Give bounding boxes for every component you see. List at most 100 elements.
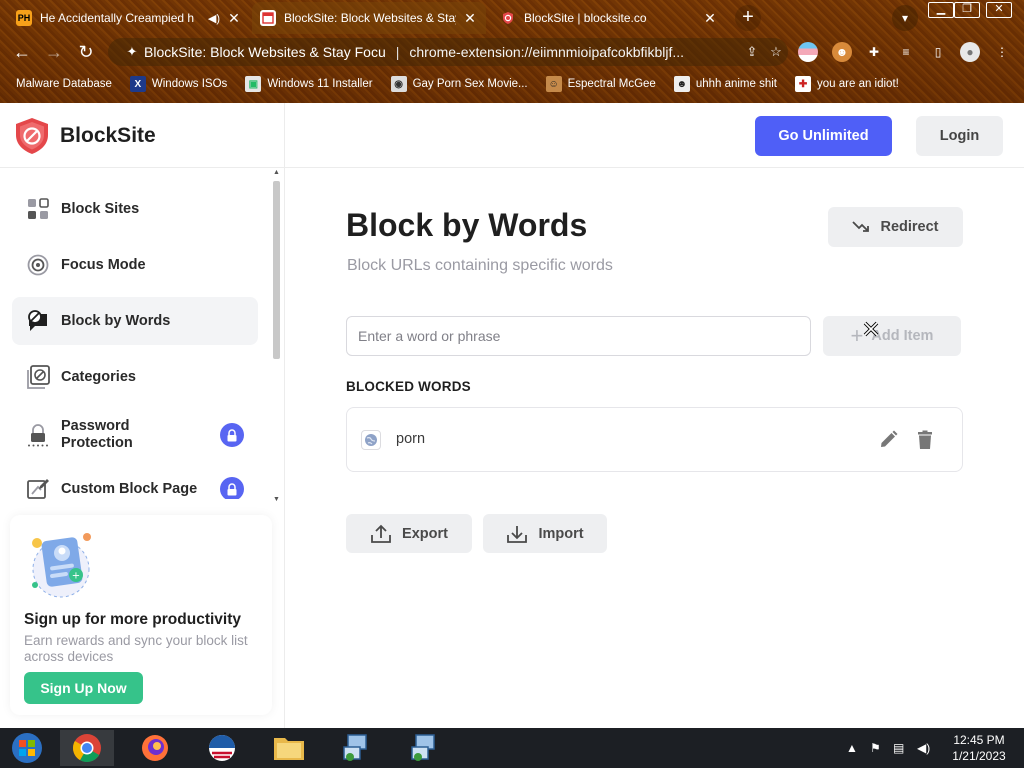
- export-label: Export: [402, 525, 448, 542]
- svg-text:+: +: [72, 571, 80, 582]
- import-button[interactable]: Import: [483, 514, 607, 553]
- x-logo-icon: X: [129, 76, 146, 92]
- sidebar-item-password-protection[interactable]: Password Protection: [12, 409, 258, 461]
- bookmark-item[interactable]: ◉ Gay Porn Sex Movie...: [390, 76, 528, 92]
- system-clock[interactable]: 12:45 PM 1/21/2023: [944, 732, 1014, 764]
- profile-card-illustration-icon: +: [32, 533, 91, 598]
- tab-title: BlockSite: Block Websites & Stay: [284, 11, 456, 25]
- start-button[interactable]: [0, 730, 54, 766]
- sidebar-item-label: Block Sites: [61, 200, 140, 217]
- scroll-up-arrow-icon[interactable]: ▲: [272, 169, 281, 176]
- bookmark-item[interactable]: ☺ Espectral McGee: [545, 76, 656, 92]
- signup-promo-card: + Sign up for more productivity Earn rew…: [10, 515, 272, 715]
- close-icon[interactable]: ✕: [702, 10, 718, 27]
- taskbar-network-app-2[interactable]: [396, 730, 450, 766]
- action-center-flag-icon[interactable]: ⚑: [870, 728, 881, 768]
- taskbar-explorer[interactable]: [262, 730, 316, 766]
- go-unlimited-button[interactable]: Go Unlimited: [755, 116, 892, 156]
- export-button[interactable]: Export: [346, 514, 472, 553]
- forward-arrow-icon[interactable]: →: [42, 40, 66, 64]
- taskbar-network-app[interactable]: [328, 730, 382, 766]
- bookmark-item[interactable]: X Windows ISOs: [129, 76, 227, 92]
- share-icon[interactable]: ⇪: [740, 44, 764, 60]
- sign-up-button[interactable]: Sign Up Now: [24, 672, 143, 704]
- taskbar-firefox[interactable]: [128, 730, 182, 766]
- bookmark-item[interactable]: ▣ Windows 11 Installer: [245, 76, 373, 92]
- scrollbar-thumb[interactable]: [273, 181, 280, 359]
- plus-icon: +: [850, 323, 864, 348]
- upload-icon: [371, 524, 391, 543]
- custom-page-icon: [26, 477, 50, 499]
- redirect-button[interactable]: Redirect: [828, 207, 963, 247]
- folder-icon: [274, 738, 304, 760]
- tab-blocksite-web[interactable]: BlockSite | blocksite.co ✕: [492, 2, 726, 34]
- bookmark-item[interactable]: ✚ you are an idiot!: [795, 76, 899, 92]
- avatar-extension-icon[interactable]: ☻: [832, 42, 852, 62]
- close-icon[interactable]: ✕: [462, 10, 478, 27]
- sidebar-item-label: Block by Words: [61, 312, 171, 329]
- puzzle-icon[interactable]: ✚: [864, 42, 884, 62]
- reload-icon[interactable]: ↻: [74, 40, 98, 64]
- tab-strip: PH He Accidentally Creampied h ◀) ✕ Bloc…: [0, 0, 1024, 36]
- close-window-button[interactable]: ✕: [986, 2, 1012, 18]
- browser-frame: PH He Accidentally Creampied h ◀) ✕ Bloc…: [0, 0, 1024, 103]
- sidebar-item-block-by-words[interactable]: Block by Words: [12, 297, 258, 345]
- site-favicon: PH: [16, 10, 32, 26]
- speaker-icon[interactable]: ◀): [208, 12, 220, 25]
- blocked-word: porn: [396, 431, 426, 447]
- start-orb-icon: [12, 733, 42, 763]
- maximize-button[interactable]: ❐: [954, 2, 980, 18]
- padlock-dots-icon: [26, 423, 50, 447]
- pencil-icon[interactable]: [877, 429, 899, 451]
- tab-blocksite-extension[interactable]: BlockSite: Block Websites & Stay ✕: [252, 2, 486, 34]
- add-item-button[interactable]: + Add Item: [823, 316, 961, 356]
- sidebar-item-custom-block-page[interactable]: Custom Block Page: [12, 465, 258, 499]
- bookmarks-bar: Malware Database X Windows ISOs ▣ Windows …: [0, 70, 1024, 98]
- page-title-in-address: BlockSite: Block Websites & Stay Focu: [144, 44, 386, 60]
- sidebar: BlockSite Block Sites Focus Mode Block b…: [0, 103, 285, 728]
- address-bar[interactable]: ✦ BlockSite: Block Websites & Stay Focu …: [108, 38, 788, 66]
- close-icon[interactable]: ✕: [226, 10, 242, 27]
- redirect-arrow-icon: [852, 221, 870, 232]
- download-icon: [507, 525, 528, 543]
- new-tab-button[interactable]: +: [735, 5, 761, 31]
- show-hidden-icons-icon[interactable]: ▲: [846, 728, 858, 768]
- page-title: Block by Words: [346, 207, 588, 243]
- sidebar-item-label: Categories: [61, 368, 136, 385]
- clock-time: 12:45 PM: [953, 733, 1005, 747]
- back-arrow-icon[interactable]: ←: [10, 40, 34, 64]
- chrome-logo-icon: [73, 734, 101, 762]
- tab-search-button[interactable]: ▾: [892, 5, 918, 31]
- flag-extension-icon[interactable]: [798, 42, 818, 62]
- volume-icon[interactable]: ◀): [917, 728, 930, 768]
- bookmark-item[interactable]: ☻ uhhh anime shit: [673, 76, 777, 92]
- taskbar-chrome[interactable]: [60, 730, 114, 766]
- side-panel-icon[interactable]: ▯: [928, 42, 948, 62]
- sidebar-item-focus-mode[interactable]: Focus Mode: [12, 241, 258, 289]
- trash-icon[interactable]: [914, 429, 936, 451]
- word-input[interactable]: [346, 316, 811, 356]
- categories-icon: [26, 365, 50, 389]
- scroll-down-arrow-icon[interactable]: ▼: [272, 496, 281, 503]
- network-icon[interactable]: ▤: [893, 728, 904, 768]
- list-item: porn: [347, 408, 962, 471]
- login-button[interactable]: Login: [916, 116, 1003, 156]
- profile-icon[interactable]: ●: [960, 42, 980, 62]
- media-queue-icon[interactable]: ≡: [896, 42, 916, 62]
- promo-title: Sign up for more productivity: [24, 611, 242, 628]
- circle-logo-icon: [209, 735, 235, 761]
- tab-video[interactable]: PH He Accidentally Creampied h ◀) ✕: [8, 2, 250, 34]
- premium-lock-icon: [220, 477, 244, 499]
- sidebar-item-categories[interactable]: Categories: [12, 353, 258, 401]
- taskbar-app[interactable]: [195, 730, 249, 766]
- star-icon[interactable]: ☆: [764, 44, 788, 60]
- minimize-button[interactable]: ▁: [928, 2, 954, 18]
- sidebar-item-label: Password Protection: [61, 418, 133, 451]
- sidebar-item-block-sites[interactable]: Block Sites: [12, 185, 258, 233]
- target-icon: [26, 253, 50, 277]
- kebab-menu-icon[interactable]: ⋮: [992, 42, 1012, 62]
- sidebar-scrollbar[interactable]: ▲ ▼: [271, 169, 282, 503]
- bookmark-item[interactable]: Malware Database: [16, 78, 112, 90]
- cursor-icon: [863, 321, 879, 337]
- tab-title: He Accidentally Creampied h: [40, 11, 195, 25]
